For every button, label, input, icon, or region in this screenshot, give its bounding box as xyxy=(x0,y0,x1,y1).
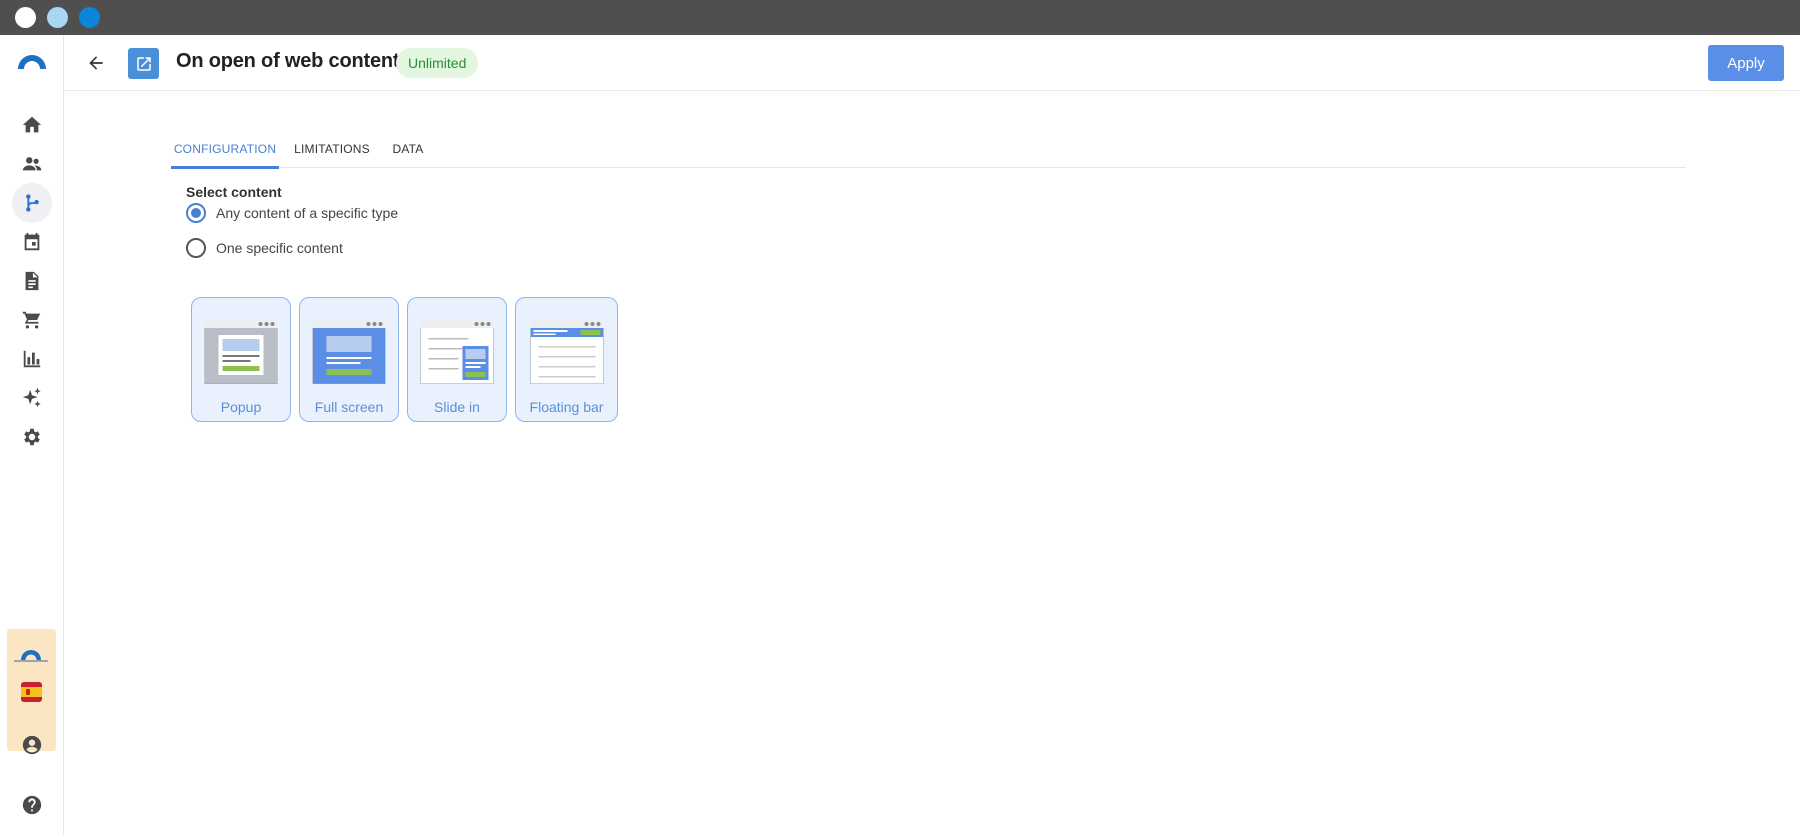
tab-configuration[interactable]: CONFIGURATION xyxy=(171,130,279,169)
workspace-logo-text xyxy=(14,660,48,662)
select-content-label: Select content xyxy=(186,184,282,200)
radio-specific-content-control[interactable] xyxy=(186,238,206,258)
account-icon xyxy=(22,735,42,755)
sidebar-item-automation[interactable] xyxy=(12,183,52,223)
gear-icon xyxy=(24,428,40,446)
trigger-type-icon xyxy=(128,48,159,79)
arrow-left-icon xyxy=(89,56,103,70)
sidebar-item-reports[interactable] xyxy=(12,339,52,379)
full-screen-thumbnail-icon xyxy=(312,320,386,384)
apply-button[interactable]: Apply xyxy=(1708,45,1784,81)
sidebar-item-shop[interactable] xyxy=(12,300,52,340)
home-icon xyxy=(22,116,42,133)
flow-icon xyxy=(26,194,39,212)
radio-specific-content[interactable]: One specific content xyxy=(186,238,343,258)
app-logo-icon[interactable] xyxy=(16,50,48,70)
popup-thumbnail-icon xyxy=(204,320,278,384)
content-type-floating-bar-label: Floating bar xyxy=(529,399,604,415)
sidebar-item-contacts[interactable] xyxy=(12,144,52,184)
sparkle-icon xyxy=(22,387,41,408)
workspace-logo-icon xyxy=(21,650,41,660)
sidebar-item-account[interactable] xyxy=(12,725,52,765)
language-flag-icon[interactable] xyxy=(21,682,42,702)
radio-specific-content-label: One specific content xyxy=(216,240,343,256)
content-type-popup-label: Popup xyxy=(220,399,262,415)
sidebar-item-documents[interactable] xyxy=(12,261,52,301)
radio-any-content-control[interactable] xyxy=(186,203,206,223)
slide-in-thumbnail-icon xyxy=(420,320,494,384)
content-type-full-screen[interactable]: Full screen xyxy=(299,297,399,422)
tab-limitations[interactable]: LIMITATIONS xyxy=(284,130,380,167)
content-type-slide-in-label: Slide in xyxy=(434,399,480,415)
calendar-icon xyxy=(24,232,40,251)
window-maximize-button[interactable] xyxy=(79,7,100,28)
sidebar-item-settings[interactable] xyxy=(12,417,52,457)
people-icon xyxy=(22,157,42,171)
back-button[interactable] xyxy=(82,49,110,77)
status-badge: Unlimited xyxy=(396,48,479,78)
page-header: On open of web content Unlimited Apply xyxy=(64,35,1800,91)
external-link-icon xyxy=(136,56,151,71)
radio-any-content[interactable]: Any content of a specific type xyxy=(186,203,398,223)
window-minimize-button[interactable] xyxy=(47,7,68,28)
sidebar-item-help[interactable] xyxy=(12,785,52,825)
floating-bar-thumbnail-icon xyxy=(530,320,603,384)
radio-any-content-label: Any content of a specific type xyxy=(216,205,399,221)
bar-chart-icon xyxy=(23,350,41,368)
content-type-popup[interactable]: Popup xyxy=(191,297,291,422)
sidebar xyxy=(0,35,64,835)
content-type-floating-bar[interactable]: Floating bar xyxy=(515,297,618,422)
sidebar-item-ai[interactable] xyxy=(12,378,52,418)
window-titlebar xyxy=(0,0,1800,35)
content-type-slide-in[interactable]: Slide in xyxy=(407,297,507,422)
window-close-button[interactable] xyxy=(15,7,36,28)
tab-data[interactable]: DATA xyxy=(382,130,434,167)
page-title: On open of web content xyxy=(176,50,400,72)
content-type-full-screen-label: Full screen xyxy=(314,399,384,415)
cart-icon xyxy=(22,311,41,329)
help-icon xyxy=(22,795,42,815)
sidebar-item-home[interactable] xyxy=(12,105,52,145)
document-icon xyxy=(25,271,39,291)
sidebar-item-calendar[interactable] xyxy=(12,222,52,262)
tab-bar: CONFIGURATION LIMITATIONS DATA xyxy=(171,130,1686,169)
